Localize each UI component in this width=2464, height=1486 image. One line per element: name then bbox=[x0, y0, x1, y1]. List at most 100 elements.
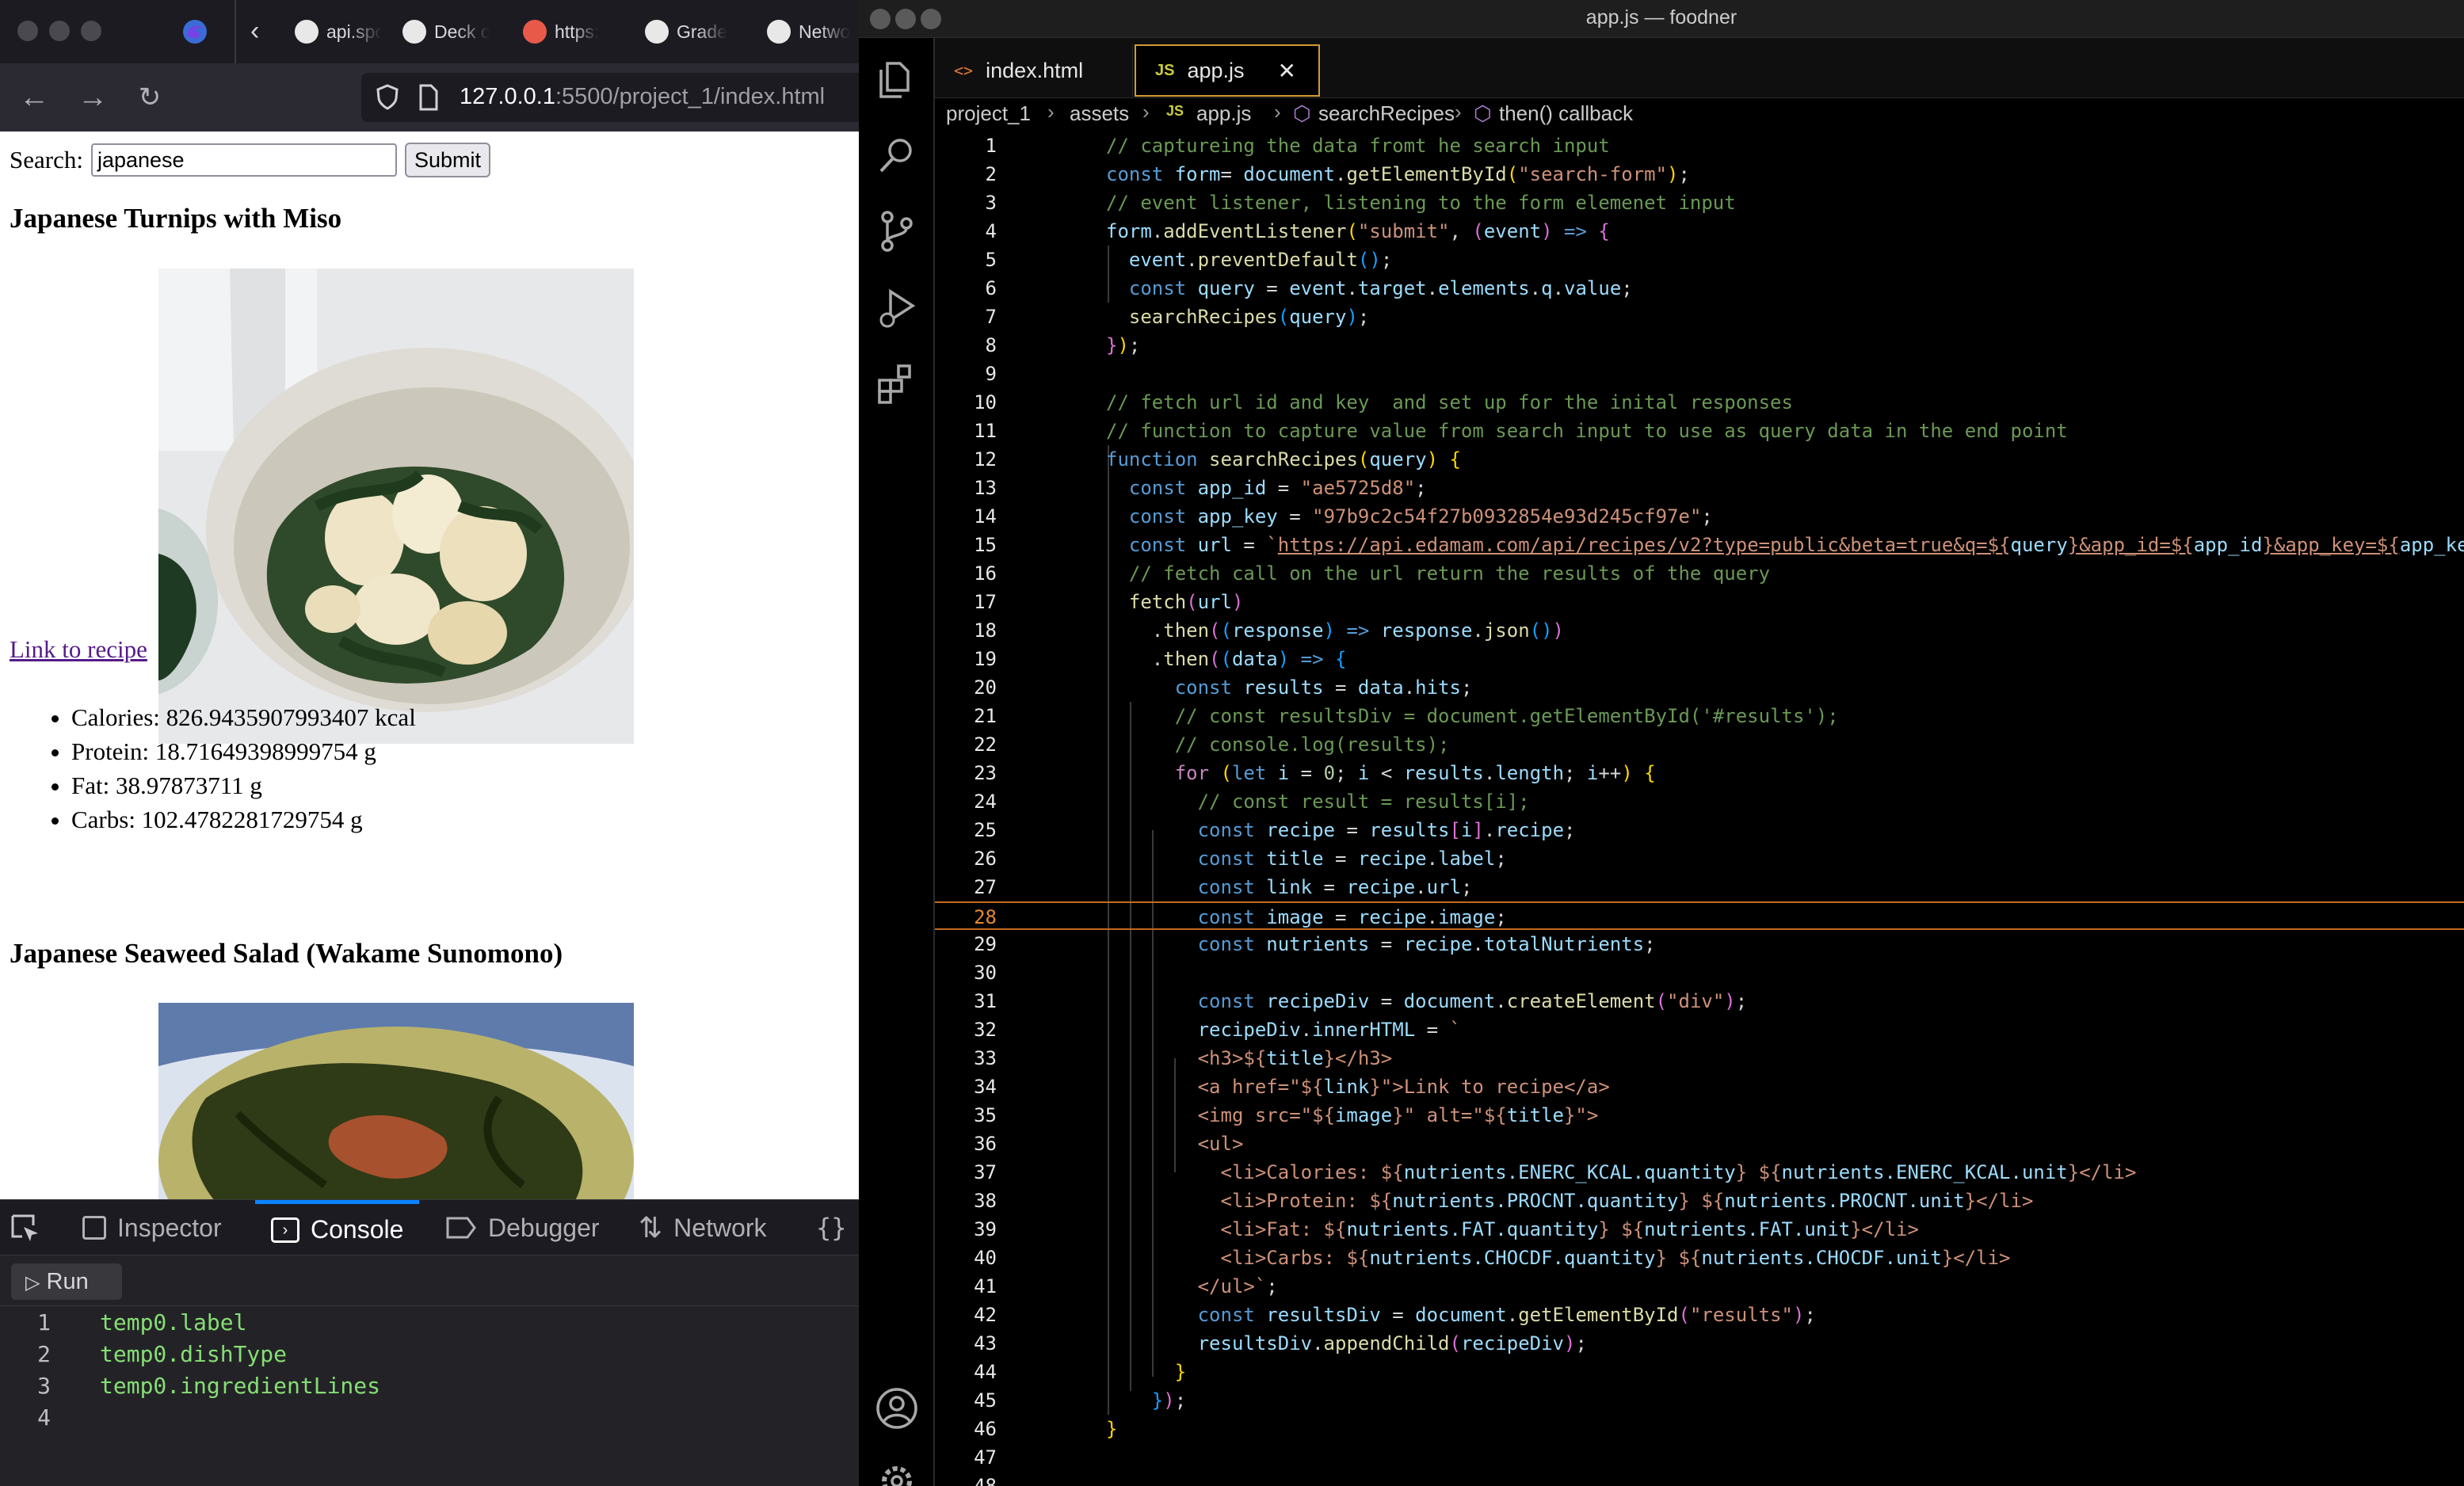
code-text: <h3>${title}</h3> bbox=[1106, 1044, 1393, 1073]
code-token: appendChild bbox=[1323, 1332, 1450, 1355]
firefox-view-icon[interactable] bbox=[181, 17, 209, 46]
browser-tab[interactable]: Netwo bbox=[767, 0, 850, 63]
url-text[interactable]: 127.0.0.1:5500/project_1/index.html bbox=[460, 84, 825, 110]
code-token: const bbox=[1128, 277, 1198, 299]
browser-tab[interactable]: Deck o bbox=[402, 0, 490, 63]
code-token: ; bbox=[1804, 1304, 1816, 1326]
code-text: // captureing the data fromt he search i… bbox=[1106, 131, 1610, 160]
code-text: const form= document.getElementById("sea… bbox=[1106, 160, 1690, 189]
line-number: 16 bbox=[974, 562, 997, 585]
code-token: results bbox=[1369, 819, 1450, 841]
code-token: const bbox=[1197, 906, 1267, 928]
code-line: 36 <ul> bbox=[935, 1130, 2464, 1158]
code-text: <a href="${link}">Link to recipe</a> bbox=[1106, 1073, 1610, 1101]
code-token: preventDefault bbox=[1197, 249, 1358, 271]
code-text: fetch(url) bbox=[1106, 588, 1244, 616]
search-input[interactable]: japanese bbox=[90, 143, 397, 177]
line-number: 37 bbox=[974, 1161, 997, 1183]
code-token: ++ bbox=[1598, 762, 1622, 784]
window-close-button[interactable] bbox=[17, 21, 38, 41]
code-token: response bbox=[1231, 619, 1324, 642]
code-token: event bbox=[1289, 277, 1347, 299]
code-token: recipe bbox=[1357, 906, 1427, 928]
spade-icon bbox=[402, 20, 426, 44]
forward-arrow-icon[interactable]: → bbox=[73, 78, 113, 117]
code-line: 41 </ul>`; bbox=[935, 1272, 2464, 1301]
tab-inspector[interactable]: Inspector bbox=[82, 1200, 222, 1255]
line-number: 2 bbox=[37, 1341, 51, 1367]
code-token: ( bbox=[1209, 648, 1221, 670]
code-token: }&app_id=${ bbox=[2067, 534, 2194, 556]
console-editor[interactable]: 1 temp0.label 2 temp0.dishType 3 temp0.ingred… bbox=[0, 1306, 859, 1486]
back-arrow-icon[interactable]: ← bbox=[14, 78, 54, 117]
close-tab-icon[interactable]: ✕ bbox=[1278, 58, 1296, 84]
code-token: const bbox=[1174, 676, 1244, 699]
tab-index-html[interactable]: <> index.html bbox=[935, 44, 1133, 97]
code-token: url bbox=[1197, 534, 1232, 556]
code-token: = bbox=[1277, 505, 1313, 528]
spoonacular-icon bbox=[295, 20, 318, 44]
browser-tab[interactable]: api.spoona bbox=[295, 0, 382, 63]
breadcrumb-item[interactable]: project_1 bbox=[946, 101, 1031, 126]
code-editor[interactable]: 1 // captureing the data fromt he search … bbox=[935, 131, 2464, 1486]
devtools-tabs: Inspector › Console Debugger ⇅ Network {… bbox=[0, 1200, 859, 1255]
code-text: <li>Calories: ${nutrients.ENERC_KCAL.qua… bbox=[1106, 1158, 2137, 1187]
run-button[interactable]: ▷ Run bbox=[11, 1263, 122, 1300]
window-zoom-button[interactable] bbox=[81, 21, 101, 41]
tab-debugger[interactable]: Debugger bbox=[445, 1200, 600, 1255]
line-number: 29 bbox=[974, 933, 997, 955]
code-token: ( bbox=[1220, 762, 1232, 784]
code-text: recipeDiv.innerHTML = ` bbox=[1106, 1015, 1461, 1044]
browser-tab[interactable]: Grade bbox=[645, 0, 727, 63]
code-token: . bbox=[1403, 676, 1416, 699]
search-icon[interactable] bbox=[873, 131, 921, 179]
shield-icon[interactable] bbox=[376, 84, 399, 111]
explorer-icon[interactable] bbox=[873, 55, 921, 103]
browser-tab-label: Grade bbox=[677, 21, 727, 42]
tab-app-js[interactable]: JS app.js ✕ bbox=[1135, 44, 1320, 97]
code-token: = bbox=[1231, 534, 1267, 556]
code-token: recipe bbox=[1357, 848, 1427, 870]
code-token: <ul> bbox=[1197, 1133, 1244, 1155]
chevron-right-icon: › bbox=[1455, 100, 1462, 124]
url-bar[interactable]: 127.0.0.1:5500/project_1/index.html bbox=[361, 73, 859, 122]
recipe-image bbox=[158, 269, 634, 744]
breadcrumb-item[interactable]: then() callback bbox=[1499, 101, 1633, 126]
code-token: "results" bbox=[1689, 1304, 1793, 1326]
tab-overflow-chevron-icon[interactable]: ‹ bbox=[250, 16, 259, 47]
account-icon[interactable] bbox=[873, 1385, 921, 1432]
vscode-title-bar: app.js — foodner bbox=[859, 0, 2464, 38]
submit-button[interactable]: Submit bbox=[404, 143, 491, 177]
code-token: . bbox=[1529, 277, 1542, 299]
source-control-icon[interactable] bbox=[873, 208, 921, 255]
code-token: ] bbox=[1472, 819, 1484, 841]
reload-icon[interactable]: ↻ bbox=[130, 78, 170, 117]
line-number: 27 bbox=[974, 876, 997, 898]
code-line: 34 <a href="${link}">Link to recipe</a> bbox=[935, 1073, 2464, 1101]
breadcrumb-item[interactable]: searchRecipes bbox=[1318, 101, 1455, 126]
tab-network[interactable]: ⇅ Network bbox=[639, 1200, 767, 1255]
element-picker-icon[interactable] bbox=[10, 1213, 41, 1244]
settings-gear-icon[interactable] bbox=[873, 1457, 921, 1486]
tab-style-editor[interactable]: {} bbox=[816, 1200, 847, 1255]
code-token: = bbox=[1220, 163, 1244, 185]
extensions-icon[interactable] bbox=[873, 360, 921, 407]
code-token: ( bbox=[1277, 306, 1290, 328]
code-token: ; bbox=[1415, 477, 1427, 499]
recipe-link[interactable]: Link to recipe bbox=[10, 635, 147, 664]
chevron-right-icon: › bbox=[1047, 100, 1055, 124]
tab-console[interactable]: › Console bbox=[255, 1200, 420, 1255]
window-minimize-button[interactable] bbox=[49, 21, 70, 41]
run-debug-icon[interactable] bbox=[873, 284, 921, 331]
breadcrumb-item[interactable]: assets bbox=[1070, 101, 1129, 126]
line-number: 7 bbox=[985, 306, 997, 328]
symbol-method-icon: ⬡ bbox=[1474, 101, 1492, 125]
console-code: temp0.ingredientLines bbox=[100, 1373, 381, 1399]
browser-tab[interactable]: https: bbox=[523, 0, 599, 63]
code-token: = bbox=[1323, 676, 1358, 699]
breadcrumb-item[interactable]: app.js bbox=[1196, 101, 1251, 126]
